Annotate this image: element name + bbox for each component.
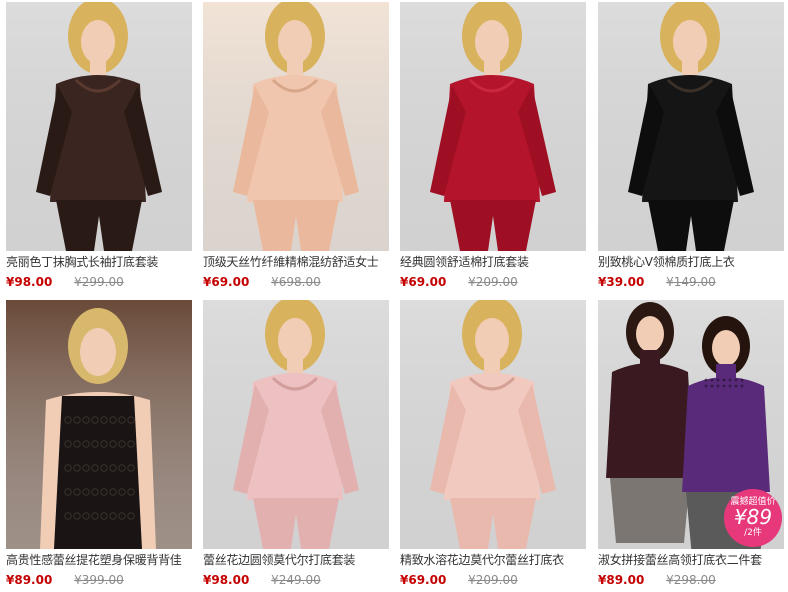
product-card[interactable]: 顶级天丝竹纤維精棉混纺舒适女士 ¥69.00 ¥698.00: [203, 2, 389, 294]
product-card[interactable]: 经典圆领舒适棉打底套装 ¥69.00 ¥209.00: [400, 2, 586, 294]
product-original-price: ¥298.00: [666, 573, 716, 587]
product-image[interactable]: 震撼超值价 ¥89 /2件: [598, 300, 784, 549]
product-prices: ¥69.00 ¥209.00: [400, 571, 586, 589]
product-image[interactable]: [6, 2, 192, 251]
product-title[interactable]: 经典圆领舒适棉打底套装: [400, 254, 586, 271]
product-prices: ¥69.00 ¥209.00: [400, 273, 586, 291]
product-original-price: ¥299.00: [74, 275, 124, 289]
product-photo-nude-set: [203, 2, 389, 251]
product-image[interactable]: [400, 300, 586, 549]
product-original-price: ¥698.00: [271, 275, 321, 289]
product-image[interactable]: [598, 2, 784, 251]
product-image[interactable]: [6, 300, 192, 549]
product-prices: ¥98.00 ¥249.00: [203, 571, 389, 589]
product-title[interactable]: 亮丽色丁抹胸式长袖打底套装: [6, 254, 192, 271]
product-price: ¥98.00: [6, 275, 53, 289]
product-card[interactable]: 高贵性感蕾丝提花塑身保暖背背佳 ¥89.00 ¥399.00: [6, 300, 192, 592]
product-prices: ¥89.00 ¥399.00: [6, 571, 192, 589]
product-title[interactable]: 淑女拼接蕾丝高领打底衣二件套: [598, 552, 784, 569]
product-price: ¥98.00: [203, 573, 250, 587]
product-title[interactable]: 精致水溶花边莫代尔蕾丝打底衣: [400, 552, 586, 569]
product-photo-red-set: [400, 2, 586, 251]
product-image[interactable]: [203, 2, 389, 251]
product-photo-black-lace-vest: [6, 300, 192, 549]
product-title[interactable]: 蕾丝花边圆领莫代尔打底套装: [203, 552, 389, 569]
product-price: ¥69.00: [400, 275, 447, 289]
product-price: ¥89.00: [598, 573, 645, 587]
product-card[interactable]: 蕾丝花边圆领莫代尔打底套装 ¥98.00 ¥249.00: [203, 300, 389, 592]
product-grid: 亮丽色丁抹胸式长袖打底套装 ¥98.00 ¥299.00 顶级天丝竹纤維精棉混纺…: [0, 0, 788, 592]
product-image[interactable]: [203, 300, 389, 549]
product-original-price: ¥149.00: [666, 275, 716, 289]
product-photo-black-top: [598, 2, 784, 251]
promo-badge-unit: /2件: [744, 528, 762, 538]
product-card[interactable]: 精致水溶花边莫代尔蕾丝打底衣 ¥69.00 ¥209.00: [400, 300, 586, 592]
product-title[interactable]: 顶级天丝竹纤維精棉混纺舒适女士: [203, 254, 389, 271]
product-title[interactable]: 别致桃心V领棉质打底上衣: [598, 254, 784, 271]
product-price: ¥89.00: [6, 573, 53, 587]
product-card[interactable]: 亮丽色丁抹胸式长袖打底套装 ¥98.00 ¥299.00: [6, 2, 192, 294]
product-photo-pink-lace-top: [400, 300, 586, 549]
product-original-price: ¥209.00: [468, 573, 518, 587]
product-price: ¥69.00: [400, 573, 447, 587]
product-card[interactable]: 别致桃心V领棉质打底上衣 ¥39.00 ¥149.00: [598, 2, 784, 294]
promo-badge-price: ¥89: [733, 505, 773, 529]
product-original-price: ¥399.00: [74, 573, 124, 587]
product-title[interactable]: 高贵性感蕾丝提花塑身保暖背背佳: [6, 552, 192, 569]
product-prices: ¥89.00 ¥298.00: [598, 571, 784, 589]
product-prices: ¥69.00 ¥698.00: [203, 273, 389, 291]
product-prices: ¥98.00 ¥299.00: [6, 273, 192, 291]
product-original-price: ¥249.00: [271, 573, 321, 587]
product-price: ¥39.00: [598, 275, 645, 289]
product-image[interactable]: [400, 2, 586, 251]
promo-badge: 震撼超值价 ¥89 /2件: [724, 489, 782, 547]
product-photo-pink-set: [203, 300, 389, 549]
product-original-price: ¥209.00: [468, 275, 518, 289]
product-price: ¥69.00: [203, 275, 250, 289]
product-photo-brown-lace-set: [6, 2, 192, 251]
product-card[interactable]: 震撼超值价 ¥89 /2件 淑女拼接蕾丝高领打底衣二件套 ¥89.00 ¥298…: [598, 300, 784, 592]
product-prices: ¥39.00 ¥149.00: [598, 273, 784, 291]
